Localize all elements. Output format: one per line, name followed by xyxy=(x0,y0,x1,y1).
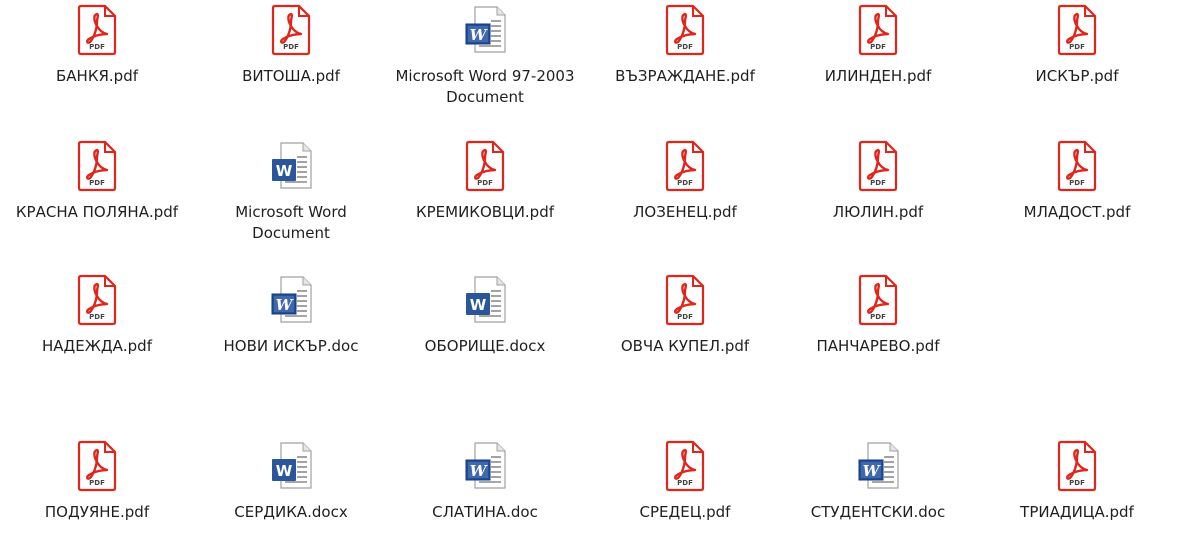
pdf-icon: PDF xyxy=(271,4,311,56)
file-item[interactable]: PDF ПОДУЯНЕ.pdf xyxy=(0,440,194,523)
file-item[interactable]: PDF НАДЕЖДА.pdf xyxy=(0,274,194,357)
file-name: НОВИ ИСКЪР.doc xyxy=(223,337,359,355)
svg-text:W: W xyxy=(276,162,293,180)
svg-text:PDF: PDF xyxy=(870,179,886,187)
svg-text:PDF: PDF xyxy=(677,479,693,487)
svg-text:PDF: PDF xyxy=(870,43,886,51)
file-item[interactable]: PDF КРАСНА ПОЛЯНА.pdf xyxy=(0,140,194,223)
pdf-icon: PDF xyxy=(665,140,705,192)
pdf-icon: PDF xyxy=(1057,140,1097,192)
file-item[interactable]: PDF ОВЧА КУПЕЛ.pdf xyxy=(588,274,782,357)
word-icon: W xyxy=(272,442,312,489)
pdf-icon: PDF xyxy=(77,140,117,192)
file-name: ВЪЗРАЖДАНЕ.pdf xyxy=(615,67,755,85)
pdf-icon: PDF xyxy=(665,440,705,492)
word-97-icon: W xyxy=(465,442,506,489)
file-item[interactable]: W ОБОРИЩЕ.docx xyxy=(388,274,582,357)
svg-text:PDF: PDF xyxy=(1069,43,1085,51)
pdf-icon: PDF xyxy=(858,4,898,56)
svg-text:PDF: PDF xyxy=(677,313,693,321)
file-name: ЛОЗЕНЕЦ.pdf xyxy=(633,203,737,221)
file-item[interactable]: PDF ИСКЪР.pdf xyxy=(980,4,1174,87)
word-97-icon: W xyxy=(271,276,312,323)
file-item[interactable]: PDF ПАНЧАРЕВО.pdf xyxy=(781,274,975,357)
file-name: ВИТОША.pdf xyxy=(242,67,340,85)
file-item[interactable]: PDF БАНКЯ.pdf xyxy=(0,4,194,87)
svg-text:PDF: PDF xyxy=(870,313,886,321)
file-item[interactable]: W Microsoft Word 97-2003 Document xyxy=(388,4,582,108)
file-item[interactable]: PDF МЛАДОСТ.pdf xyxy=(980,140,1174,223)
file-name: ОБОРИЩЕ.docx xyxy=(424,337,546,355)
file-name: Microsoft Word Document xyxy=(235,203,347,242)
svg-text:PDF: PDF xyxy=(283,43,299,51)
pdf-icon: PDF xyxy=(858,140,898,192)
file-item[interactable]: PDF СРЕДЕЦ.pdf xyxy=(588,440,782,523)
file-item[interactable]: W СЕРДИКА.docx xyxy=(194,440,388,523)
svg-text:W: W xyxy=(276,462,293,480)
pdf-icon: PDF xyxy=(77,4,117,56)
svg-text:PDF: PDF xyxy=(1069,179,1085,187)
file-name: КРЕМИКОВЦИ.pdf xyxy=(415,203,555,221)
word-97-icon: W xyxy=(858,442,899,489)
file-item[interactable]: PDF КРЕМИКОВЦИ.pdf xyxy=(388,140,582,223)
file-name: НАДЕЖДА.pdf xyxy=(42,337,152,355)
file-name: СРЕДЕЦ.pdf xyxy=(639,503,731,521)
file-item[interactable]: W НОВИ ИСКЪР.doc xyxy=(194,274,388,357)
file-item[interactable]: PDF ЛЮЛИН.pdf xyxy=(781,140,975,223)
file-item[interactable]: PDF ВИТОША.pdf xyxy=(194,4,388,87)
file-name: МЛАДОСТ.pdf xyxy=(1023,203,1131,221)
file-item[interactable]: W СЛАТИНА.doc xyxy=(388,440,582,523)
file-item[interactable]: PDF ТРИАДИЦА.pdf xyxy=(980,440,1174,523)
svg-text:PDF: PDF xyxy=(89,313,105,321)
file-name: ОВЧА КУПЕЛ.pdf xyxy=(620,337,750,355)
pdf-icon: PDF xyxy=(665,4,705,56)
file-name: ПОДУЯНЕ.pdf xyxy=(44,503,150,521)
file-item[interactable]: W СТУДЕНТСКИ.doc xyxy=(781,440,975,523)
svg-text:PDF: PDF xyxy=(677,179,693,187)
word-icon: W xyxy=(466,276,506,323)
pdf-icon: PDF xyxy=(465,140,505,192)
pdf-icon: PDF xyxy=(1057,4,1097,56)
svg-text:PDF: PDF xyxy=(1069,479,1085,487)
file-name: ИЛИНДЕН.pdf xyxy=(824,67,932,85)
file-item[interactable]: PDF ВЪЗРАЖДАНЕ.pdf xyxy=(588,4,782,87)
svg-text:W: W xyxy=(863,462,882,480)
svg-text:PDF: PDF xyxy=(89,479,105,487)
svg-text:W: W xyxy=(470,26,489,44)
file-grid: PDF БАНКЯ.pdf PDF ВИТОША.pdf W Microsoft… xyxy=(0,0,1193,537)
pdf-icon: PDF xyxy=(77,440,117,492)
file-item[interactable]: PDF ЛОЗЕНЕЦ.pdf xyxy=(588,140,782,223)
file-name: СЕРДИКА.docx xyxy=(234,503,348,521)
file-name: Microsoft Word 97-2003 Document xyxy=(395,67,575,106)
word-97-icon: W xyxy=(465,6,506,53)
word-icon: W xyxy=(272,142,312,189)
pdf-icon: PDF xyxy=(858,274,898,326)
svg-text:W: W xyxy=(470,462,489,480)
file-name: КРАСНА ПОЛЯНА.pdf xyxy=(15,203,179,221)
file-name: ИСКЪР.pdf xyxy=(1035,67,1119,85)
file-item[interactable]: PDF ИЛИНДЕН.pdf xyxy=(781,4,975,87)
svg-text:W: W xyxy=(470,296,487,314)
file-name: СТУДЕНТСКИ.doc xyxy=(810,503,946,521)
svg-text:PDF: PDF xyxy=(677,43,693,51)
svg-text:PDF: PDF xyxy=(89,179,105,187)
file-name: ТРИАДИЦА.pdf xyxy=(1020,503,1134,521)
file-name: ЛЮЛИН.pdf xyxy=(832,203,924,221)
file-name: СЛАТИНА.doc xyxy=(432,503,538,521)
svg-text:W: W xyxy=(276,296,295,314)
svg-text:PDF: PDF xyxy=(89,43,105,51)
file-name: ПАНЧАРЕВО.pdf xyxy=(816,337,940,355)
pdf-icon: PDF xyxy=(77,274,117,326)
pdf-icon: PDF xyxy=(665,274,705,326)
pdf-icon: PDF xyxy=(1057,440,1097,492)
file-item[interactable]: W Microsoft Word Document xyxy=(194,140,388,244)
svg-text:PDF: PDF xyxy=(477,179,493,187)
file-name: БАНКЯ.pdf xyxy=(56,67,138,85)
